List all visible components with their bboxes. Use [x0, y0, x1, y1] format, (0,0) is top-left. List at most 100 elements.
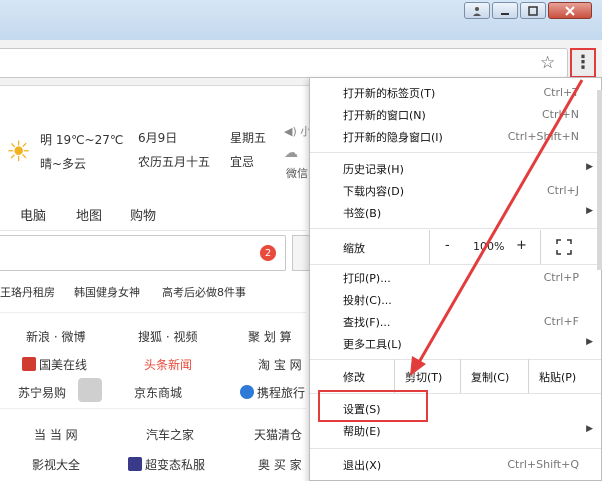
- ctrip-icon: [240, 385, 254, 399]
- site-link-ctrip[interactable]: 携程旅行: [240, 384, 305, 401]
- wechat-label: 微信: [286, 167, 308, 180]
- menu-separator: [310, 228, 601, 229]
- menu-new-incognito[interactable]: 打开新的隐身窗口(I) Ctrl+Shift+N: [310, 126, 601, 148]
- menu-zoom: 缩放 - 100% +: [310, 230, 601, 264]
- site-link[interactable]: 头条新闻: [144, 356, 192, 373]
- menu-label: 打开新的窗口(N): [343, 109, 426, 122]
- menu-more-tools[interactable]: 更多工具(L) ▶: [310, 333, 601, 355]
- title-bar: [0, 0, 602, 40]
- copy-button[interactable]: 复制(C): [460, 359, 528, 393]
- site-link[interactable]: 新浪 · 微博: [26, 328, 85, 345]
- menu-separator: [310, 152, 601, 153]
- gome-icon: [22, 357, 36, 371]
- menu-separator: [310, 448, 601, 449]
- yi-ji-link[interactable]: 宜忌: [230, 153, 254, 170]
- speaker-icon[interactable]: ◀) 小: [284, 123, 311, 139]
- menu-exit[interactable]: 退出(X) Ctrl+Shift+Q: [310, 454, 601, 476]
- hot-link[interactable]: 高考后必做8件事: [162, 284, 246, 300]
- menu-new-tab[interactable]: 打开新的标签页(T) Ctrl+T: [310, 82, 601, 104]
- scrollbar[interactable]: [597, 90, 602, 270]
- menu-history[interactable]: 历史记录(H) ▶: [310, 158, 601, 180]
- star-icon[interactable]: ☆: [540, 53, 555, 73]
- site-link[interactable]: 影视大全: [32, 456, 80, 473]
- menu-shortcut: Ctrl+J: [546, 184, 579, 197]
- nav-item-computer[interactable]: 电脑: [20, 205, 46, 224]
- fullscreen-icon[interactable]: [556, 239, 572, 255]
- menu-label: 打开新的标签页(T): [343, 87, 436, 100]
- site-label: 国美在线: [39, 358, 88, 372]
- site-links: 新浪 · 微博 搜狐 · 视频 聚 划 算 国美在线 头条新闻 淘 宝 网 苏宁…: [0, 312, 306, 481]
- site-link-gome[interactable]: 国美在线: [22, 356, 87, 373]
- menu-edit: 修改 剪切(T) 复制(C) 粘贴(P): [310, 359, 601, 393]
- menu-cast[interactable]: 投射(C)...: [310, 289, 601, 311]
- user-icon[interactable]: [464, 2, 490, 19]
- menu-bookmarks[interactable]: 书签(B) ▶: [310, 202, 601, 224]
- nav-item-map[interactable]: 地图: [76, 205, 102, 224]
- nav-item-shopping[interactable]: 购物: [130, 205, 156, 224]
- zoom-level: 100%: [473, 240, 505, 253]
- zoom-in-button[interactable]: +: [516, 238, 527, 253]
- weather-desc: 晴~多云: [40, 157, 87, 171]
- category-nav: 电脑 地图 购物: [0, 195, 306, 231]
- hot-link[interactable]: 王珞丹租房: [0, 284, 55, 300]
- wechat-icon[interactable]: ☁: [284, 145, 298, 161]
- site-link[interactable]: 奥 买 家: [258, 456, 302, 473]
- site-link[interactable]: 搜狐 · 视频: [138, 328, 197, 345]
- site-link[interactable]: 天猫清仓: [254, 426, 302, 443]
- zoom-controls: - 100% +: [429, 230, 541, 264]
- menu-separator: [310, 264, 601, 265]
- zoom-label: 缩放: [343, 242, 365, 255]
- menu-print[interactable]: 打印(P)... Ctrl+P: [310, 267, 601, 289]
- maximize-icon[interactable]: [520, 2, 546, 19]
- site-label: 超变态私服: [145, 458, 206, 472]
- menu-shortcut: Ctrl+P: [543, 271, 579, 284]
- copy-label: 复制(C): [471, 371, 510, 384]
- menu-label: 下载内容(D): [343, 185, 405, 198]
- site-link[interactable]: 淘 宝 网: [258, 356, 302, 373]
- menu-new-window[interactable]: 打开新的窗口(N) Ctrl+N: [310, 104, 601, 126]
- more-vertical-icon[interactable]: ⋮: [570, 48, 596, 78]
- site-link[interactable]: 京东商城: [134, 384, 182, 401]
- submenu-arrow-icon: ▶: [586, 162, 593, 172]
- menu-shortcut: Ctrl+T: [543, 86, 579, 99]
- menu-label: 查找(F)...: [343, 316, 391, 329]
- lunar-date: 农历五月十五: [138, 155, 211, 169]
- paste-label: 粘贴(P): [539, 371, 577, 384]
- menu-label: 更多工具(L): [343, 338, 402, 351]
- cut-button[interactable]: 剪切(T): [394, 359, 460, 393]
- menu-find[interactable]: 查找(F)... Ctrl+F: [310, 311, 601, 333]
- menu-label: 退出(X): [343, 459, 382, 472]
- paste-button[interactable]: 粘贴(P): [528, 359, 601, 393]
- address-bar[interactable]: [0, 48, 568, 78]
- puzzle-icon: [78, 378, 102, 402]
- sun-icon: ☀: [6, 135, 32, 168]
- site-link-private-server[interactable]: 超变态私服: [128, 456, 205, 473]
- notification-badge: 2: [260, 245, 276, 261]
- close-icon[interactable]: [548, 2, 592, 19]
- menu-shortcut: Ctrl+F: [543, 315, 579, 328]
- chrome-menu: 打开新的标签页(T) Ctrl+T 打开新的窗口(N) Ctrl+N 打开新的隐…: [309, 77, 602, 481]
- menu-downloads[interactable]: 下载内容(D) Ctrl+J: [310, 180, 601, 202]
- site-link[interactable]: 当 当 网: [34, 426, 78, 443]
- game-icon: [128, 457, 142, 471]
- menu-shortcut: Ctrl+Shift+N: [507, 130, 579, 143]
- window-controls: [464, 2, 592, 19]
- menu-label: 历史记录(H): [343, 163, 404, 176]
- site-link[interactable]: 聚 划 算: [248, 328, 292, 345]
- zoom-out-button[interactable]: -: [445, 238, 450, 253]
- menu-label: 打印(P)...: [343, 272, 391, 285]
- settings-highlight-box: [318, 390, 428, 422]
- site-link[interactable]: 苏宁易购: [18, 384, 66, 401]
- edit-label: 修改: [343, 371, 365, 384]
- weather-temp: 明 19℃~27℃: [40, 133, 124, 147]
- site-label: 携程旅行: [257, 386, 306, 400]
- site-link[interactable]: 汽车之家: [146, 426, 194, 443]
- minimize-icon[interactable]: [492, 2, 518, 19]
- submenu-arrow-icon: ▶: [586, 206, 593, 216]
- menu-help[interactable]: 帮助(E) ▶: [310, 420, 601, 442]
- submenu-arrow-icon: ▶: [586, 337, 593, 347]
- hot-link[interactable]: 韩国健身女神: [74, 284, 140, 300]
- menu-label: 帮助(E): [343, 425, 381, 438]
- search-input[interactable]: [0, 235, 286, 271]
- menu-shortcut: Ctrl+Shift+Q: [507, 458, 579, 471]
